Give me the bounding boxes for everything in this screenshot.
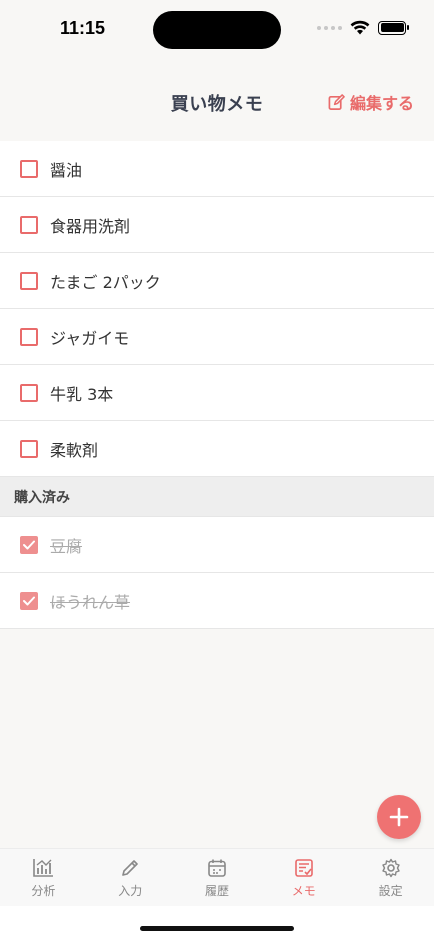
battery-icon (378, 20, 409, 35)
tab-label: メモ (291, 884, 316, 898)
checkmark-icon (23, 596, 35, 605)
list-item[interactable]: 醤油 (0, 141, 434, 197)
add-item-button[interactable] (377, 795, 421, 839)
item-label: たまご 2パック (50, 272, 161, 292)
tab-label: 設定 (378, 884, 403, 898)
status-time: 11:15 (60, 18, 106, 38)
status-bar: 11:15 (0, 0, 434, 58)
item-label: 醤油 (50, 160, 83, 180)
status-indicators (317, 20, 409, 35)
edit-button-label: 編集する (349, 94, 414, 113)
unchecked-checkbox[interactable] (20, 215, 38, 234)
item-label: ほうれん草 (50, 592, 131, 612)
item-label: 牛乳 3本 (50, 384, 114, 404)
list-item-purchased[interactable]: ほうれん草 (0, 573, 434, 629)
unchecked-checkbox[interactable] (20, 159, 38, 178)
memo-icon (294, 859, 313, 877)
list-item[interactable]: 牛乳 3本 (0, 365, 434, 421)
list-item[interactable]: たまご 2パック (0, 253, 434, 309)
unchecked-checkbox[interactable] (20, 327, 38, 346)
cellular-signal-icon (317, 25, 342, 30)
unchecked-checkbox[interactable] (20, 439, 38, 458)
shopping-list: 醤油 食器用洗剤 たまご 2パック ジャガイモ 牛乳 3本 柔軟剤 購入済み 豆… (0, 141, 434, 629)
list-item[interactable]: 食器用洗剤 (0, 197, 434, 253)
tab-memo[interactable]: メモ (260, 849, 347, 906)
item-label: 柔軟剤 (50, 440, 99, 460)
tab-input[interactable]: 入力 (87, 849, 174, 906)
item-label: 豆腐 (50, 536, 83, 556)
dynamic-island (153, 11, 281, 49)
tab-settings[interactable]: 設定 (347, 849, 434, 906)
navigation-bar: 買い物メモ 編集する (0, 72, 434, 128)
tab-history[interactable]: 履歴 (174, 849, 261, 906)
tab-label: 入力 (118, 884, 143, 898)
checked-checkbox[interactable] (20, 535, 38, 554)
list-item[interactable]: ジャガイモ (0, 309, 434, 365)
plus-icon (389, 807, 409, 827)
item-label: ジャガイモ (50, 328, 130, 348)
tab-analysis[interactable]: 分析 (0, 849, 87, 906)
list-item-purchased[interactable]: 豆腐 (0, 517, 434, 573)
tab-bar: 分析 入力 履歴 メモ 設定 (0, 848, 434, 906)
pencil-icon (122, 860, 138, 876)
purchased-section-header: 購入済み (0, 477, 434, 517)
tab-label: 履歴 (204, 884, 229, 898)
checkmark-icon (23, 540, 35, 549)
gear-icon (381, 858, 400, 878)
checked-checkbox[interactable] (20, 591, 38, 610)
list-item[interactable]: 柔軟剤 (0, 421, 434, 477)
unchecked-checkbox[interactable] (20, 271, 38, 290)
item-label: 食器用洗剤 (50, 216, 131, 236)
unchecked-checkbox[interactable] (20, 383, 38, 402)
calendar-icon (208, 859, 226, 877)
wifi-icon (350, 20, 370, 35)
home-indicator-area (0, 906, 434, 940)
edit-button[interactable]: 編集する (328, 90, 414, 114)
home-indicator[interactable] (140, 926, 294, 931)
edit-icon (328, 93, 345, 110)
chart-icon (33, 859, 54, 877)
tab-label: 分析 (31, 884, 56, 898)
